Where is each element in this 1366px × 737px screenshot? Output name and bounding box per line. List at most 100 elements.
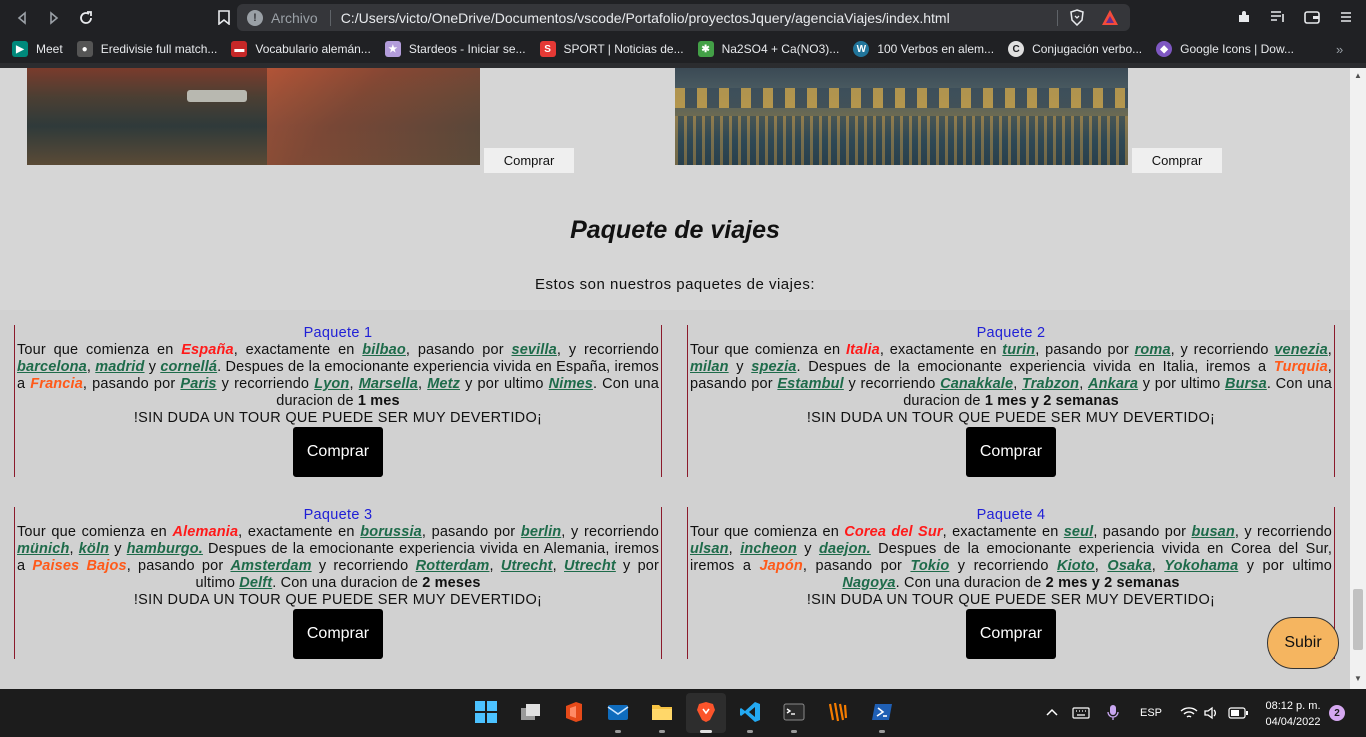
city-link[interactable]: Ankara: [1088, 376, 1138, 392]
buy-button-package-1[interactable]: Comprar: [293, 427, 383, 477]
bookmark-chemistry[interactable]: ✱ Na2SO4 + Ca(NO3)...: [697, 41, 840, 57]
wallet-icon[interactable]: [1302, 7, 1322, 27]
buy-button-package-2[interactable]: Comprar: [966, 427, 1056, 477]
bookmark-page-icon[interactable]: [210, 4, 238, 32]
brave-rewards-icon[interactable]: [1101, 9, 1119, 26]
city-link[interactable]: turin: [1002, 342, 1035, 358]
city-link[interactable]: sevilla: [511, 342, 556, 358]
powershell-icon[interactable]: [869, 699, 895, 725]
wifi-icon[interactable]: [1180, 689, 1198, 737]
buy-button-photo-2[interactable]: Comprar: [1132, 148, 1222, 173]
taskbar-clock[interactable]: 08:12 p. m. 04/04/2022: [1258, 698, 1328, 730]
buy-button-package-4[interactable]: Comprar: [966, 609, 1056, 659]
battery-icon[interactable]: [1228, 689, 1248, 737]
terminal-icon[interactable]: [781, 699, 807, 725]
start-icon[interactable]: [473, 699, 499, 725]
bookmark-vocabulario[interactable]: ▬ Vocabulario alemán...: [231, 41, 371, 57]
city-link[interactable]: köln: [79, 541, 109, 557]
playlist-icon[interactable]: [1268, 7, 1288, 27]
sport-icon: S: [539, 41, 556, 57]
duration: 2 mes y 2 semanas: [1045, 575, 1180, 591]
brave-shield-icon[interactable]: [1069, 9, 1085, 26]
city-link[interactable]: hamburgo.: [127, 541, 203, 557]
bookmarks-more-icon[interactable]: »: [1336, 42, 1343, 57]
brave-browser-icon[interactable]: [693, 699, 719, 725]
city-link[interactable]: Lyon: [314, 376, 349, 392]
bookmark-verbos[interactable]: W 100 Verbos en alem...: [853, 41, 994, 57]
city-link[interactable]: münich: [17, 541, 69, 557]
bookmark-conjugacion[interactable]: C Conjugación verbo...: [1008, 41, 1142, 57]
clock-time: 08:12 p. m.: [1265, 700, 1321, 712]
scroll-top-button[interactable]: Subir: [1267, 617, 1339, 669]
bookmark-eredivisie[interactable]: ● Eredivisie full match...: [76, 41, 217, 57]
vscode-icon[interactable]: [737, 699, 763, 725]
city-link[interactable]: daejon.: [819, 541, 871, 557]
city-link[interactable]: milan: [690, 359, 729, 375]
city-link[interactable]: berlin: [521, 524, 561, 540]
keyboard-icon[interactable]: [1072, 689, 1090, 737]
notification-badge[interactable]: 2: [1329, 705, 1345, 721]
address-url[interactable]: C:/Users/victo/OneDrive/Documentos/vscod…: [341, 10, 950, 26]
city-link[interactable]: busan: [1191, 524, 1234, 540]
city-link[interactable]: borussia: [360, 524, 422, 540]
city-link[interactable]: ulsan: [690, 541, 729, 557]
bookmark-label: Na2SO4 + Ca(NO3)...: [721, 42, 840, 56]
city-link[interactable]: incheon: [740, 541, 797, 557]
city-link[interactable]: seul: [1064, 524, 1094, 540]
info-icon[interactable]: !: [247, 9, 263, 26]
extensions-icon[interactable]: [1234, 7, 1254, 27]
city-link[interactable]: Tokio: [910, 558, 949, 574]
city-link[interactable]: Metz: [427, 376, 460, 392]
bookmark-google-icons[interactable]: ◆ Google Icons | Dow...: [1156, 41, 1294, 57]
city-link[interactable]: madrid: [95, 359, 144, 375]
city-link[interactable]: Paris: [180, 376, 216, 392]
scroll-up-icon[interactable]: ▲: [1354, 71, 1362, 80]
city-link[interactable]: Marsella: [359, 376, 418, 392]
mail-icon[interactable]: [605, 699, 631, 725]
city-link[interactable]: Canakkale: [940, 376, 1013, 392]
office-icon[interactable]: [561, 699, 587, 725]
buy-button-package-3[interactable]: Comprar: [293, 609, 383, 659]
package-card-1: Paquete 1 Tour que comienza en España, e…: [14, 325, 662, 477]
city-link[interactable]: venezia: [1274, 342, 1327, 358]
city-link[interactable]: Bursa: [1225, 376, 1267, 392]
scroll-down-icon[interactable]: ▼: [1354, 674, 1362, 683]
tray-expand-icon[interactable]: [1045, 689, 1059, 737]
volume-icon[interactable]: [1203, 689, 1219, 737]
city-link[interactable]: Osaka: [1107, 558, 1151, 574]
city-link[interactable]: Utrecht: [501, 558, 553, 574]
buy-button-photo-1[interactable]: Comprar: [484, 148, 574, 173]
city-link[interactable]: Estambul: [777, 376, 843, 392]
back-icon[interactable]: [8, 4, 36, 32]
bookmark-meet[interactable]: ▶ Meet: [12, 41, 63, 57]
bookmark-sport[interactable]: S SPORT | Noticias de...: [539, 41, 684, 57]
city-link[interactable]: bilbao: [362, 342, 406, 358]
bookmark-stardeos[interactable]: ★ Stardeos - Iniciar se...: [384, 41, 526, 57]
scroll-thumb[interactable]: [1353, 589, 1363, 650]
city-link[interactable]: Delft: [239, 575, 272, 591]
city-link[interactable]: Kioto: [1057, 558, 1095, 574]
city-link[interactable]: spezia: [751, 359, 796, 375]
city-link[interactable]: Nimes: [549, 376, 593, 392]
forward-icon[interactable]: [40, 4, 68, 32]
city-link[interactable]: Trabzon: [1022, 376, 1079, 392]
city-link[interactable]: Rotterdam: [416, 558, 490, 574]
city-link[interactable]: barcelona: [17, 359, 87, 375]
file-explorer-icon[interactable]: [649, 699, 675, 725]
task-view-icon[interactable]: [517, 699, 543, 725]
microphone-icon[interactable]: [1106, 689, 1120, 737]
city-link[interactable]: Utrecht: [564, 558, 616, 574]
city-link[interactable]: roma: [1135, 342, 1171, 358]
address-bar[interactable]: ! Archivo C:/Users/victo/OneDrive/Docume…: [237, 4, 1130, 31]
bookmark-label: SPORT | Noticias de...: [563, 42, 684, 56]
page-scrollbar[interactable]: ▲ ▼: [1350, 68, 1366, 689]
city-link[interactable]: Yokohama: [1164, 558, 1238, 574]
menu-icon[interactable]: [1336, 7, 1356, 27]
sublime-icon[interactable]: [825, 699, 851, 725]
language-indicator[interactable]: ESP: [1140, 689, 1162, 737]
reload-icon[interactable]: [72, 4, 100, 32]
city-link[interactable]: Nagoya: [842, 575, 895, 591]
city-link[interactable]: cornellá: [160, 359, 217, 375]
section-subtitle: Estos son nuestros paquetes de viajes:: [535, 276, 815, 293]
city-link[interactable]: Amsterdam: [231, 558, 312, 574]
